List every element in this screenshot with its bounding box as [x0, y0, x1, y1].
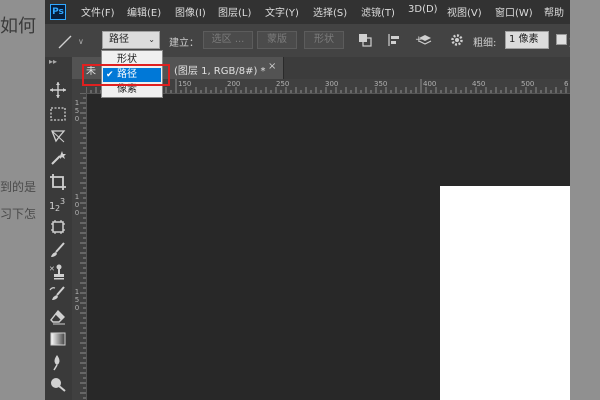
menu-type[interactable]: 文字(Y): [265, 4, 299, 19]
background-text: 习下怎: [0, 207, 37, 221]
photoshop-window: Ps 文件(F) 编辑(E) 图像(I) 图层(L) 文字(Y) 选择(S) 滤…: [45, 0, 570, 400]
background-page-right: [570, 0, 600, 400]
ruler-label: 200: [227, 80, 241, 88]
menu-window[interactable]: 窗口(W): [495, 4, 533, 19]
collapse-panel-icon[interactable]: ▸▸: [49, 57, 57, 66]
gradient-tool-icon[interactable]: [49, 330, 67, 348]
marquee-tool-icon[interactable]: [49, 105, 67, 123]
make-shape-button[interactable]: 形状: [304, 31, 344, 49]
quick-selection-tool-icon[interactable]: [49, 149, 67, 167]
tool-preset-arrow[interactable]: ∨: [78, 37, 84, 46]
ruler-label: 5: [74, 107, 80, 115]
ruler-label: 1: [74, 99, 80, 107]
ruler-label: 350: [374, 80, 388, 88]
eraser-tool-icon[interactable]: [49, 308, 67, 326]
ruler-label: 6: [564, 80, 569, 88]
stroke-weight-label: 粗细:: [473, 38, 497, 49]
path-arrangement-icon[interactable]: +: [415, 33, 433, 47]
ruler-label: 500: [521, 80, 535, 88]
freeform-pen-icon[interactable]: [57, 34, 73, 50]
gear-icon[interactable]: [450, 33, 464, 47]
make-label: 建立：: [169, 38, 199, 49]
ruler-ticks: [80, 93, 86, 399]
background-text: 到的是: [0, 180, 37, 194]
menu-select[interactable]: 选择(S): [313, 4, 347, 19]
move-tool-icon[interactable]: [49, 81, 67, 99]
blur-tool-icon[interactable]: [49, 353, 67, 371]
dodge-tool-icon[interactable]: [49, 375, 67, 393]
menu-view[interactable]: 视图(V): [447, 4, 482, 19]
chevron-down-icon: ⌄: [148, 35, 155, 44]
align-edges-label: 对: [569, 34, 570, 49]
ruler-label: 5: [74, 296, 80, 304]
close-icon[interactable]: ×: [268, 61, 276, 72]
menu-help[interactable]: 帮助: [544, 4, 564, 19]
svg-text:3: 3: [60, 197, 65, 206]
frame-tool-icon[interactable]: [49, 218, 67, 236]
ruler-label: 450: [472, 80, 486, 88]
tool-mode-value: 路径: [109, 34, 129, 45]
menu-image[interactable]: 图像(I): [175, 4, 206, 19]
vertical-ruler[interactable]: 1 5 0 1 0 0 1 5 0: [72, 93, 87, 400]
ruler-label: 0: [74, 115, 80, 123]
ruler-label: 150: [178, 80, 192, 88]
svg-text:✕: ✕: [49, 265, 55, 273]
lasso-tool-icon[interactable]: [49, 127, 67, 145]
ruler-label: 0: [74, 209, 80, 217]
path-alignment-icon[interactable]: [387, 33, 401, 47]
document-artboard[interactable]: [440, 186, 570, 400]
menu-edit[interactable]: 编辑(E): [127, 4, 161, 19]
tool-mode-select[interactable]: 路径 ⌄: [102, 31, 160, 49]
tools-panel: ▸▸ 1 2 3 ✕: [45, 57, 73, 400]
svg-text:+: +: [415, 35, 423, 45]
ruler-label: 1: [74, 193, 80, 201]
make-mask-button[interactable]: 蒙版: [257, 31, 297, 49]
background-page-left: 如何 到的是 习下怎: [0, 0, 45, 400]
ruler-label: 1: [74, 288, 80, 296]
photoshop-logo: Ps: [50, 4, 66, 20]
count-tool-icon[interactable]: 1 2 3: [49, 195, 67, 213]
stroke-weight-input[interactable]: 1 像素: [505, 31, 549, 49]
ruler-label: 0: [74, 201, 80, 209]
clone-stamp-tool-icon[interactable]: ✕: [49, 263, 67, 281]
menu-layer[interactable]: 图层(L): [218, 4, 251, 19]
ruler-label: 300: [325, 80, 339, 88]
menu-3d[interactable]: 3D(D): [408, 4, 438, 15]
make-selection-button[interactable]: 选区 ...: [203, 31, 253, 49]
ruler-label: 250: [276, 80, 290, 88]
path-operations-icon[interactable]: [358, 33, 372, 47]
brush-tool-icon[interactable]: [49, 241, 67, 259]
ruler-label: 400: [423, 80, 437, 88]
crop-tool-icon[interactable]: [49, 173, 67, 191]
menu-filter[interactable]: 滤镜(T): [361, 4, 395, 19]
history-brush-tool-icon[interactable]: [49, 285, 67, 303]
document-tab-title: (图层 1, RGB/8#) *: [174, 66, 266, 77]
highlight-annotation-box: [82, 64, 170, 86]
background-text: 如何: [0, 16, 36, 37]
ruler-label: 0: [74, 304, 80, 312]
menu-bar: Ps 文件(F) 编辑(E) 图像(I) 图层(L) 文字(Y) 选择(S) 滤…: [45, 0, 570, 24]
align-edges-checkbox[interactable]: [556, 34, 567, 45]
menu-file[interactable]: 文件(F): [81, 4, 115, 19]
